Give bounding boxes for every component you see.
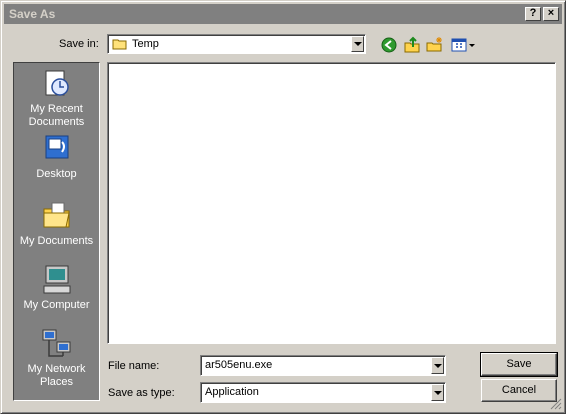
place-network-places[interactable]: My Network Places <box>14 327 99 389</box>
chevron-down-icon[interactable] <box>431 357 444 374</box>
close-button[interactable]: × <box>543 7 559 21</box>
place-label: My Network Places <box>27 363 86 388</box>
filetype-dropdown[interactable]: Application <box>200 382 446 403</box>
save-in-dropdown[interactable]: Temp <box>107 34 366 54</box>
my-documents-icon <box>43 202 70 228</box>
filename-field[interactable]: ar505enu.exe <box>200 355 446 376</box>
new-folder-icon[interactable] <box>425 35 445 55</box>
filename-value: ar505enu.exe <box>205 359 273 371</box>
view-menu-icon[interactable] <box>450 35 476 55</box>
place-desktop[interactable]: Desktop <box>14 132 99 181</box>
back-icon[interactable] <box>379 35 399 55</box>
chevron-down-icon[interactable] <box>431 384 444 401</box>
title-bar[interactable]: Save As ? × <box>4 4 562 24</box>
place-label: My Recent Documents <box>28 103 85 128</box>
place-my-computer[interactable]: My Computer <box>14 263 99 312</box>
network-places-icon <box>42 329 70 357</box>
folder-icon <box>112 39 127 50</box>
help-button[interactable]: ? <box>525 7 541 21</box>
place-label: My Documents <box>19 235 94 247</box>
save-as-dialog: Save As ? × Save in: Temp My Recent Docu… <box>0 0 566 414</box>
dialog-title: Save As <box>9 7 56 21</box>
save-button[interactable]: Save <box>480 352 558 377</box>
place-recent-documents[interactable]: My Recent Documents <box>14 67 99 129</box>
save-in-value: Temp <box>132 38 159 50</box>
recent-documents-icon <box>45 70 69 96</box>
place-label: My Computer <box>23 299 90 311</box>
chevron-down-icon[interactable] <box>351 36 364 52</box>
filetype-value: Application <box>205 386 259 398</box>
cancel-button[interactable]: Cancel <box>481 379 557 402</box>
save-in-label: Save in: <box>59 38 99 50</box>
desktop-icon <box>45 135 68 159</box>
file-list[interactable] <box>107 62 556 344</box>
resize-grip-icon[interactable] <box>550 398 562 410</box>
filename-label: File name: <box>108 360 160 372</box>
place-label: Desktop <box>36 168 77 180</box>
place-my-documents[interactable]: My Documents <box>14 199 99 248</box>
filetype-label: Save as type: <box>108 387 175 399</box>
my-computer-icon <box>43 265 70 294</box>
up-folder-icon[interactable] <box>402 35 422 55</box>
places-bar: My Recent Documents Desktop My Documents <box>13 62 100 401</box>
